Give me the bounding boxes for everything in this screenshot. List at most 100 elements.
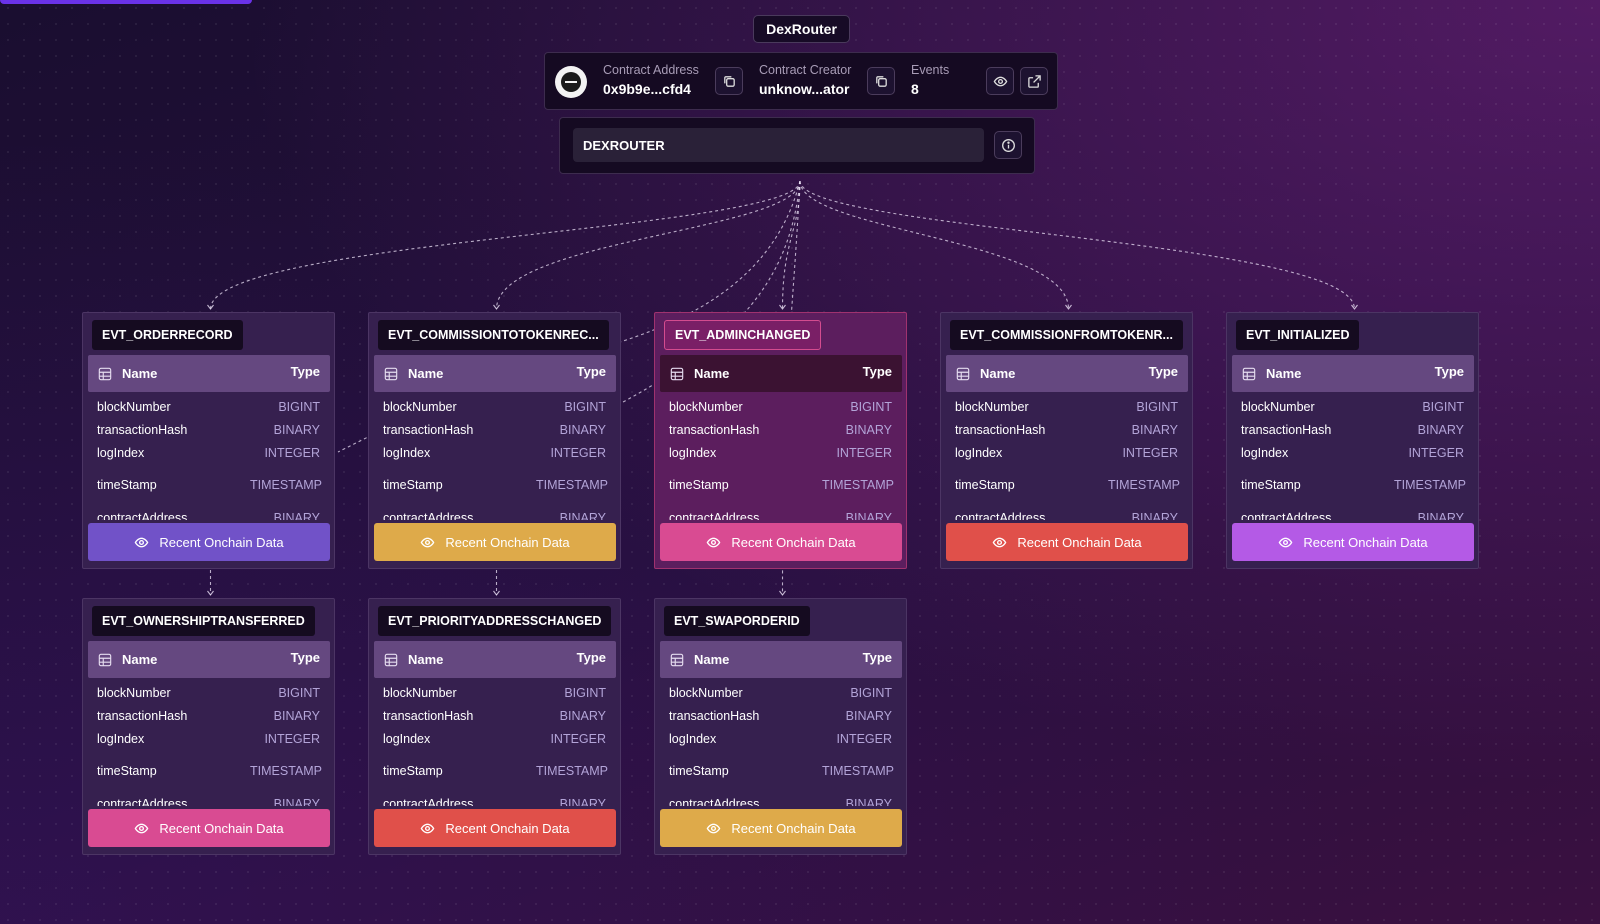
events-label: Events <box>911 63 950 77</box>
field-name: timeStamp <box>669 764 729 778</box>
event-card[interactable]: EVT_COMMISSIONTOTOKENREC... Name Type bl… <box>368 312 621 569</box>
field-type: BIGINT <box>278 399 320 414</box>
field-type: TIMESTAMP <box>536 478 608 492</box>
table-icon <box>98 653 112 667</box>
column-header: Name Type <box>660 641 902 678</box>
copy-creator-button[interactable] <box>867 67 895 95</box>
field-type: BINARY <box>559 510 606 521</box>
type-column-header: Type <box>290 364 320 379</box>
recent-onchain-data-button[interactable]: Recent Onchain Data <box>88 809 330 847</box>
table-icon <box>384 367 398 381</box>
event-name[interactable]: EVT_COMMISSIONFROMTOKENR... <box>950 320 1183 350</box>
field-type: BIGINT <box>850 685 892 700</box>
recent-onchain-data-button[interactable]: Recent Onchain Data <box>1232 523 1474 561</box>
recent-onchain-data-label: Recent Onchain Data <box>731 820 856 836</box>
copy-icon <box>875 75 887 87</box>
event-name[interactable]: EVT_ORDERRECORD <box>92 320 243 350</box>
field-type: BIGINT <box>278 685 320 700</box>
recent-onchain-data-button[interactable]: Recent Onchain Data <box>374 809 616 847</box>
copy-icon <box>723 75 735 87</box>
eye-icon <box>992 537 1007 547</box>
field-name: contractAddress <box>383 510 474 521</box>
event-name[interactable]: EVT_COMMISSIONTOTOKENREC... <box>378 320 609 350</box>
field-row: timeStamp TIMESTAMP <box>369 750 620 792</box>
field-row: logIndex INTEGER <box>83 727 334 750</box>
field-name: timeStamp <box>383 764 443 778</box>
field-list[interactable]: blockNumber BIGINT transactionHash BINAR… <box>83 395 334 521</box>
field-type: INTEGER <box>1122 445 1178 460</box>
event-name[interactable]: EVT_ADMINCHANGED <box>664 320 822 350</box>
recent-onchain-data-button[interactable]: Recent Onchain Data <box>946 523 1188 561</box>
events-count: Events 8 <box>911 63 949 97</box>
edge-line <box>495 180 801 310</box>
event-card[interactable]: EVT_ADMINCHANGED Name Type blockNumber B… <box>654 312 907 569</box>
field-name: contractAddress <box>97 510 188 521</box>
open-external-button[interactable] <box>1020 67 1048 95</box>
eye-icon <box>134 537 149 547</box>
field-type: BINARY <box>273 708 320 723</box>
field-list[interactable]: blockNumber BIGINT transactionHash BINAR… <box>369 681 620 807</box>
field-row: blockNumber BIGINT <box>941 395 1192 418</box>
field-row: transactionHash BINARY <box>941 418 1192 441</box>
field-list[interactable]: blockNumber BIGINT transactionHash BINAR… <box>1227 395 1478 521</box>
field-name: contractAddress <box>97 796 188 807</box>
eye-icon <box>706 823 721 833</box>
edge-arrow <box>207 590 214 596</box>
info-button[interactable] <box>994 131 1022 159</box>
edge-line <box>209 180 801 310</box>
eye-icon <box>1278 537 1293 547</box>
name-column-header: Name <box>122 652 158 667</box>
field-name: blockNumber <box>1241 399 1315 414</box>
field-row: blockNumber BIGINT <box>369 395 620 418</box>
type-column-header: Type <box>576 364 606 379</box>
recent-onchain-data-button[interactable]: Recent Onchain Data <box>660 809 902 847</box>
field-name: timeStamp <box>1241 478 1301 492</box>
field-row: blockNumber BIGINT <box>83 395 334 418</box>
field-type: BIGINT <box>564 685 606 700</box>
field-type: INTEGER <box>1408 445 1464 460</box>
event-card[interactable]: EVT_PRIORITYADDRESSCHANGED Name Type blo… <box>368 598 621 855</box>
event-card[interactable]: EVT_ORDERRECORD Name Type blockNumber BI… <box>82 312 335 569</box>
field-list[interactable]: blockNumber BIGINT transactionHash BINAR… <box>369 395 620 521</box>
event-name[interactable]: EVT_OWNERSHIPTRANSFERRED <box>92 606 315 636</box>
field-row: contractAddress BINARY <box>655 792 906 807</box>
event-card[interactable]: EVT_SWAPORDERID Name Type blockNumber BI… <box>654 598 907 855</box>
event-name[interactable]: EVT_SWAPORDERID <box>664 606 810 636</box>
field-row: contractAddress BINARY <box>83 506 334 521</box>
field-name: logIndex <box>97 445 145 460</box>
copy-address-button[interactable] <box>715 67 743 95</box>
recent-onchain-data-button[interactable]: Recent Onchain Data <box>88 523 330 561</box>
field-row: blockNumber BIGINT <box>655 681 906 704</box>
edge-arrow <box>1351 304 1358 310</box>
type-column-header: Type <box>1148 364 1178 379</box>
event-card[interactable]: EVT_COMMISSIONFROMTOKENR... Name Type bl… <box>940 312 1193 569</box>
field-type: INTEGER <box>836 445 892 460</box>
field-type: TIMESTAMP <box>536 764 608 778</box>
field-list[interactable]: blockNumber BIGINT transactionHash BINAR… <box>83 681 334 807</box>
contract-creator: Contract Creator unknow...ator <box>759 63 851 97</box>
field-list[interactable]: blockNumber BIGINT transactionHash BINAR… <box>655 395 906 521</box>
event-name[interactable]: EVT_INITIALIZED <box>1236 320 1360 350</box>
field-row: logIndex INTEGER <box>1227 441 1478 464</box>
event-card[interactable]: EVT_OWNERSHIPTRANSFERRED Name Type block… <box>82 598 335 855</box>
view-button[interactable] <box>986 67 1014 95</box>
type-column-header: Type <box>576 650 606 665</box>
field-row: logIndex INTEGER <box>655 441 906 464</box>
recent-onchain-data-button[interactable]: Recent Onchain Data <box>374 523 616 561</box>
field-name: blockNumber <box>97 685 171 700</box>
field-type: BIGINT <box>1136 399 1178 414</box>
recent-onchain-data-button[interactable]: Recent Onchain Data <box>660 523 902 561</box>
field-row: logIndex INTEGER <box>369 441 620 464</box>
contract-creator-value: unknow...ator <box>759 81 850 97</box>
field-row: blockNumber BIGINT <box>1227 395 1478 418</box>
column-header: Name Type <box>374 355 616 392</box>
event-card[interactable]: EVT_INITIALIZED Name Type blockNumber BI… <box>1226 312 1479 569</box>
eye-icon <box>134 823 149 833</box>
field-list[interactable]: blockNumber BIGINT transactionHash BINAR… <box>941 395 1192 521</box>
field-list[interactable]: blockNumber BIGINT transactionHash BINAR… <box>655 681 906 807</box>
type-column-header: Type <box>290 650 320 665</box>
field-type: BINARY <box>845 708 892 723</box>
contract-name-field[interactable]: DEXROUTER <box>573 128 984 162</box>
event-name[interactable]: EVT_PRIORITYADDRESSCHANGED <box>378 606 612 636</box>
recent-onchain-data-label: Recent Onchain Data <box>1017 534 1142 550</box>
